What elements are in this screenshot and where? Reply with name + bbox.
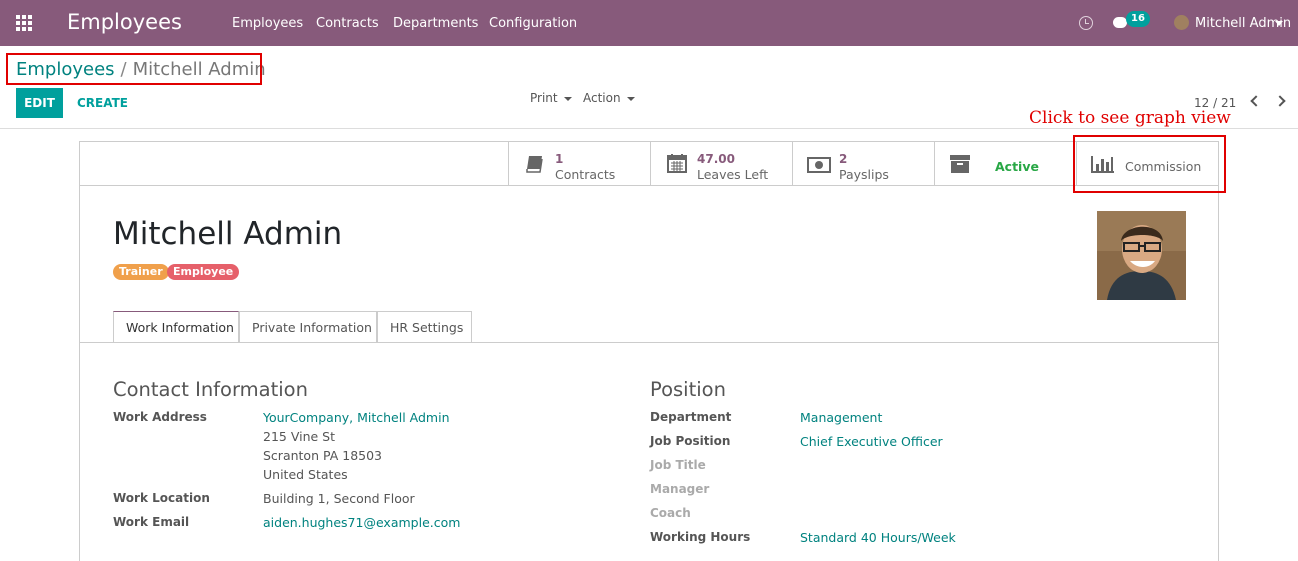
contracts-smart-button[interactable]: 1 Contracts (508, 142, 650, 186)
employee-name: Mitchell Admin (113, 216, 343, 252)
print-dropdown[interactable]: Print (530, 91, 572, 105)
control-panel-divider (0, 128, 1298, 129)
coach-label: Coach (650, 506, 691, 520)
employee-form-sheet: 1 Contracts 47.00 Leaves Left 2 Payslips… (79, 141, 1219, 561)
position-title: Position (650, 378, 726, 401)
money-icon (807, 157, 831, 173)
user-avatar[interactable] (1174, 15, 1189, 30)
graph-view-callout: Click to see graph view (1029, 108, 1231, 128)
department-link[interactable]: Management (800, 410, 882, 425)
address-line-country: United States (263, 467, 348, 482)
menu-contracts[interactable]: Contracts (316, 16, 379, 31)
manager-label: Manager (650, 482, 710, 496)
contact-information-title: Contact Information (113, 378, 308, 401)
work-location-value[interactable]: Building 1, Second Floor (263, 491, 415, 506)
caret-down-icon (626, 96, 635, 101)
work-location-label: Work Location (113, 491, 210, 505)
book-icon (526, 156, 543, 173)
working-hours-label: Working Hours (650, 530, 751, 544)
menu-employees[interactable]: Employees (232, 16, 303, 31)
work-email-label: Work Email (113, 515, 190, 529)
tabs-divider (80, 342, 1218, 343)
print-label: Print (530, 91, 558, 105)
leaves-left-value: 47.00 (697, 152, 735, 166)
user-caret-icon[interactable] (1275, 21, 1283, 26)
leaves-smart-button[interactable]: 47.00 Leaves Left (650, 142, 792, 186)
job-title-label: Job Title (650, 458, 706, 472)
leaves-left-label: Leaves Left (697, 167, 769, 182)
activity-clock-icon[interactable] (1079, 16, 1093, 30)
app-title: Employees (67, 10, 182, 34)
archive-icon (950, 155, 970, 173)
action-label: Action (583, 91, 621, 105)
apps-grid-icon[interactable] (16, 15, 34, 31)
payslips-count: 2 (839, 152, 848, 166)
work-address-link[interactable]: YourCompany, Mitchell Admin (263, 410, 450, 425)
messages-icon[interactable] (1113, 17, 1127, 28)
employee-photo[interactable] (1097, 211, 1186, 300)
employee-photo-image (1097, 211, 1186, 300)
pager-previous-icon[interactable] (1250, 95, 1262, 107)
top-navbar: Employees Employees Contracts Department… (0, 0, 1298, 46)
department-label: Department (650, 410, 732, 424)
menu-configuration[interactable]: Configuration (489, 16, 577, 31)
job-position-label: Job Position (650, 434, 731, 448)
work-email-link[interactable]: aiden.hughes71@example.com (263, 515, 460, 530)
tag-employee[interactable]: Employee (167, 264, 240, 280)
active-toggle-button[interactable]: Active (934, 142, 1076, 186)
pager-next-icon[interactable] (1274, 95, 1286, 107)
calendar-icon (667, 154, 687, 173)
job-position-link[interactable]: Chief Executive Officer (800, 434, 943, 449)
payslips-smart-button[interactable]: 2 Payslips (792, 142, 934, 186)
tag-trainer[interactable]: Trainer (113, 264, 169, 280)
address-line-city: Scranton PA 18503 (263, 448, 383, 463)
work-address-label: Work Address (113, 410, 207, 424)
create-button[interactable]: CREATE (77, 96, 128, 110)
tab-hr-settings[interactable]: HR Settings (377, 311, 472, 342)
tab-private-information[interactable]: Private Information (239, 311, 377, 342)
edit-button[interactable]: EDIT (16, 88, 63, 118)
menu-departments[interactable]: Departments (393, 16, 478, 31)
caret-down-icon (563, 96, 572, 101)
address-line-street: 215 Vine St (263, 429, 336, 444)
active-label: Active (995, 159, 1039, 174)
action-dropdown[interactable]: Action (583, 91, 635, 105)
commission-highlight-box (1073, 135, 1226, 193)
tab-work-information[interactable]: Work Information (113, 311, 239, 342)
breadcrumb-highlight-box (6, 53, 262, 85)
message-count-badge: 16 (1126, 11, 1150, 27)
smart-button-box: 1 Contracts 47.00 Leaves Left 2 Payslips… (80, 142, 1218, 186)
working-hours-link[interactable]: Standard 40 Hours/Week (800, 530, 956, 545)
payslips-label: Payslips (839, 167, 889, 182)
contracts-count: 1 (555, 152, 564, 166)
contracts-label: Contracts (555, 167, 616, 182)
